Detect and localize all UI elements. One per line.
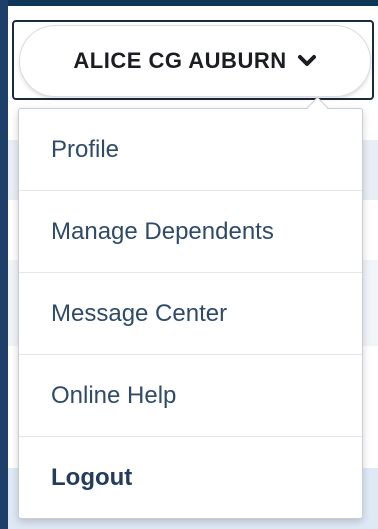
user-dropdown-menu: Profile Manage Dependents Message Center… (18, 108, 363, 519)
chevron-down-icon (297, 54, 317, 68)
left-edge-bar (0, 0, 8, 529)
user-name-label: ALICE CG AUBURN (73, 48, 287, 73)
menu-item-profile[interactable]: Profile (19, 109, 362, 191)
user-menu-button[interactable]: ALICE CG AUBURN (20, 26, 370, 96)
menu-item-online-help[interactable]: Online Help (19, 355, 362, 437)
menu-item-manage-dependents[interactable]: Manage Dependents (19, 191, 362, 273)
menu-item-message-center[interactable]: Message Center (19, 273, 362, 355)
menu-item-logout[interactable]: Logout (19, 437, 362, 519)
